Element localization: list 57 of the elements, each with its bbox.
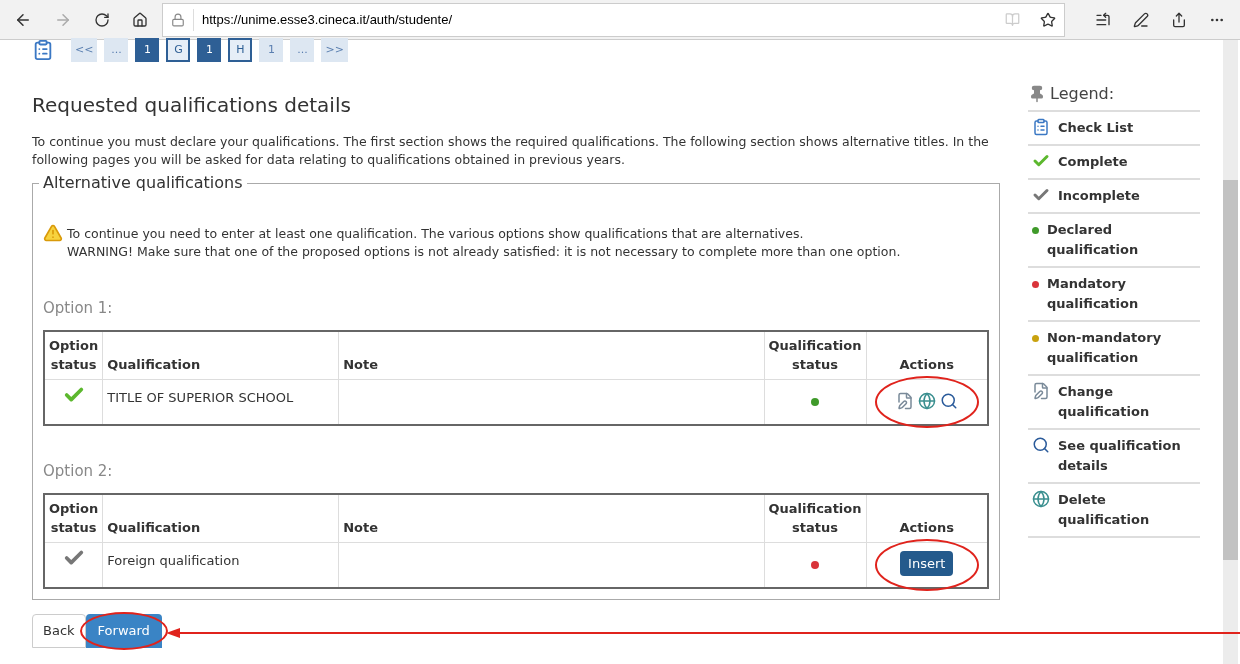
pager-item[interactable]: 1	[259, 38, 284, 62]
legend-label: Check List	[1058, 119, 1134, 137]
pager-item[interactable]: <<	[71, 38, 98, 62]
column-header: Qualification status	[764, 493, 866, 542]
globe-icon[interactable]	[1032, 490, 1050, 508]
clipboard-icon	[32, 39, 54, 61]
option-label: Option 1:	[43, 298, 114, 319]
star-icon[interactable]	[1040, 11, 1056, 28]
back-button[interactable]: Back	[32, 614, 86, 648]
home-icon[interactable]	[132, 11, 148, 28]
legend-label: Change qualification	[1058, 383, 1151, 421]
column-header: Qualification	[102, 493, 339, 542]
column-header: Qualification	[102, 330, 339, 379]
pager-item[interactable]: 1	[197, 38, 222, 62]
edit-document-icon[interactable]	[895, 391, 914, 410]
legend-label: Mandatory qualification	[1047, 275, 1140, 313]
pager-item[interactable]: G	[166, 38, 191, 62]
lock-icon	[171, 12, 185, 27]
clipboard-icon	[1032, 118, 1050, 136]
pager-item[interactable]: >>	[321, 38, 348, 62]
scrollbar[interactable]	[1223, 40, 1238, 664]
legend-title: Legend:	[1050, 83, 1115, 105]
edit-document-icon[interactable]	[1032, 382, 1050, 400]
favorites-list-icon[interactable]	[1095, 11, 1111, 28]
legend-label: Non-mandatory qualification	[1047, 329, 1163, 367]
intro-paragraph: To continue you must declare your qualifications. The first section shows the required qualifications. The following section shows alternative titles. In the following pages you will be asked for data relating to qualifications obtained in previous years.	[32, 133, 990, 169]
pager-item[interactable]: ...	[104, 38, 129, 62]
pin-icon	[1028, 85, 1046, 103]
globe-icon[interactable]	[917, 391, 936, 410]
legend-label: Complete	[1058, 153, 1128, 171]
magnifier-icon[interactable]	[1032, 436, 1050, 454]
share-icon[interactable]	[1171, 11, 1187, 28]
column-header: Qualification status	[764, 330, 866, 379]
legend-label: See qualification details	[1058, 437, 1182, 475]
insert-button[interactable]: Insert	[900, 550, 954, 576]
pager-item[interactable]: ...	[290, 38, 315, 62]
legend-label: Incomplete	[1058, 187, 1140, 205]
url-text: https://unime.esse3.cineca.it/auth/studente/	[202, 10, 454, 29]
column-header: Option status	[44, 493, 103, 542]
column-header: Note	[338, 330, 765, 379]
warning-text: To continue you need to enter at least one qualification. The various options show qualifications that are alternatives.	[67, 225, 805, 243]
forward-button[interactable]: Forward	[85, 614, 162, 648]
column-header: Option status	[44, 330, 103, 379]
pen-icon[interactable]	[1133, 11, 1149, 28]
pager-item[interactable]: 1	[135, 38, 160, 62]
pager-item[interactable]: H	[228, 38, 253, 62]
warning-icon	[43, 223, 63, 243]
magnifier-icon[interactable]	[939, 391, 958, 410]
warning-text: WARNING! Make sure that one of the proposed options is not already satisfied: it is not necessary to complete more than one option.	[67, 243, 901, 261]
page-heading: Requested qualifications details	[32, 92, 352, 119]
legend-label: Delete qualification	[1058, 491, 1151, 529]
legend-label: Declared qualification	[1047, 221, 1140, 259]
fieldset-legend: Alternative qualifications	[39, 171, 247, 195]
option-label: Option 2:	[43, 461, 114, 482]
refresh-icon[interactable]	[94, 11, 110, 28]
column-header: Note	[338, 493, 765, 542]
address-bar[interactable]: https://unime.esse3.cineca.it/auth/studente/	[162, 2, 1065, 37]
